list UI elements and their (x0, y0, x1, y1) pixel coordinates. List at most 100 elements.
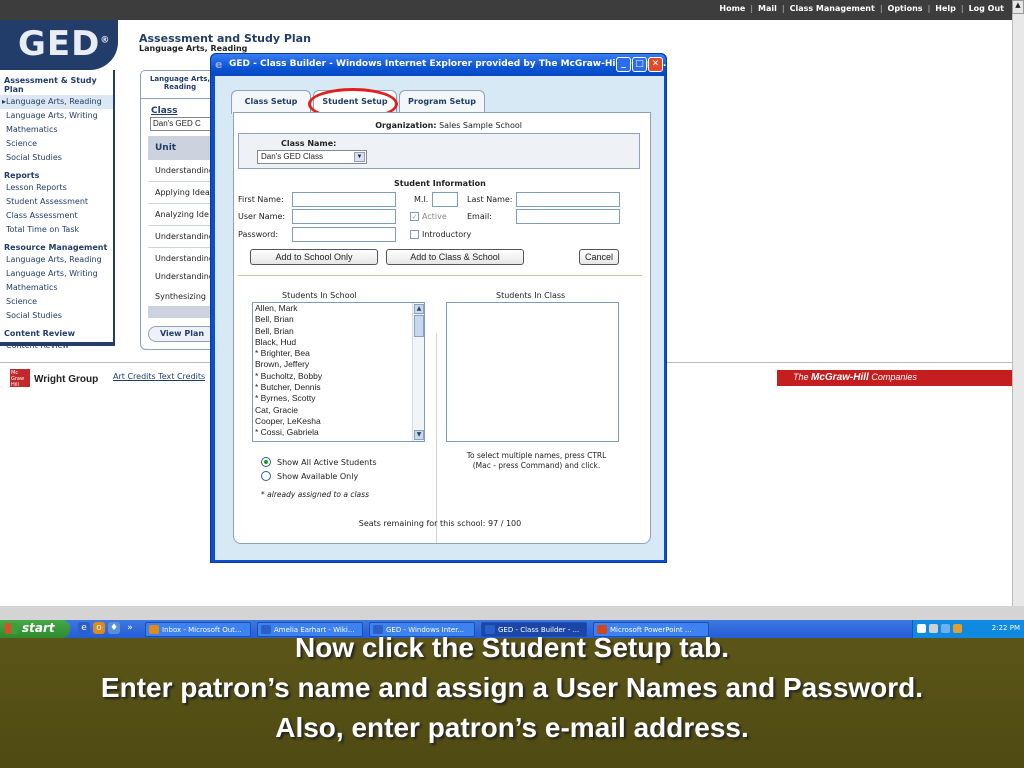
wright-group-logo: Wright Group (34, 374, 99, 385)
organization-line: Organization: Sales Sample School (375, 121, 522, 130)
top-link-class-management[interactable]: Class Management (790, 4, 875, 13)
list-item[interactable]: Cat, Gracie (253, 405, 424, 416)
nav-item-social-studies[interactable]: Social Studies (0, 151, 113, 165)
page-lower-area (0, 606, 1024, 620)
list-item[interactable]: Brown, Jeffery (253, 359, 424, 370)
student-setup-panel: Organization: Sales Sample School Class … (233, 112, 651, 544)
nav-item-language-arts-reading[interactable]: ▸Language Arts, Reading (0, 95, 113, 109)
mi-field[interactable] (432, 192, 458, 207)
tab-class-setup[interactable]: Class Setup (231, 90, 311, 114)
student-information-title: Student Information (394, 179, 486, 188)
assigned-note: * already assigned to a class (261, 490, 369, 499)
top-link-help[interactable]: Help (935, 4, 956, 13)
page-vertical-scrollbar[interactable] (1012, 14, 1024, 620)
list-item[interactable]: Bell, Brian (253, 314, 424, 325)
list-item[interactable]: * Brighter, Bea (253, 348, 424, 359)
tab-program-setup[interactable]: Program Setup (399, 90, 485, 114)
students-in-class-list[interactable] (446, 302, 619, 442)
nav-item-rm-writing[interactable]: Language Arts, Writing (0, 267, 113, 281)
email-field[interactable] (516, 209, 620, 224)
section-divider (238, 275, 642, 276)
list-item[interactable]: * Cossi, Gabriela (253, 427, 424, 438)
nav-item-lesson-reports[interactable]: Lesson Reports (0, 181, 113, 195)
email-label: Email: (467, 212, 492, 221)
password-field[interactable] (292, 227, 396, 242)
top-link-options[interactable]: Options (888, 4, 923, 13)
text-credits-link[interactable]: Text Credits (158, 372, 205, 381)
nav-item-rm-mathematics[interactable]: Mathematics (0, 281, 113, 295)
ged-logo: GED® (0, 20, 118, 70)
class-name-select[interactable]: Dan's GED Class ▼ (257, 150, 367, 164)
nav-item-rm-social-studies[interactable]: Social Studies (0, 309, 113, 323)
page-subtitle: Language Arts, Reading (139, 44, 248, 53)
footer-credits: Art Credits Text Credits (113, 372, 205, 381)
introductory-checkbox[interactable] (410, 230, 419, 239)
introductory-label: Introductory (422, 230, 472, 239)
caption-line-3: Also, enter patron’s e-mail address. (275, 712, 749, 743)
add-to-class-and-school-button[interactable]: Add to Class & School (386, 249, 524, 265)
nav-item-rm-science[interactable]: Science (0, 295, 113, 309)
first-name-field[interactable] (292, 192, 396, 207)
user-name-field[interactable] (292, 209, 396, 224)
view-plan-button[interactable]: View Plan (148, 326, 216, 342)
nav-section-assessment[interactable]: Assessment & Study Plan (0, 70, 113, 95)
cancel-button[interactable]: Cancel (579, 249, 619, 265)
caption-line-2: Enter patron’s name and assign a User Na… (100, 672, 924, 703)
mcgraw-hill-brand-bar: The McGraw-Hill Companies (777, 370, 1012, 386)
top-nav-bar: Home | Mail | Class Management | Options | H… (0, 0, 1012, 20)
mcgraw-hill-logo-icon: Mc Graw Hill (10, 369, 30, 388)
page-scroll-up-arrow-icon[interactable]: ▲ (1012, 0, 1024, 14)
scroll-thumb[interactable] (414, 315, 424, 337)
nav-item-language-arts-writing[interactable]: Language Arts, Writing (0, 109, 113, 123)
list-item[interactable]: * Butcher, Dennis (253, 382, 424, 393)
top-link-home[interactable]: Home (719, 4, 745, 13)
active-label: Active (422, 212, 447, 221)
class-name-box: Class Name: Dan's GED Class ▼ (238, 133, 640, 169)
top-link-mail[interactable]: Mail (758, 4, 777, 13)
scroll-down-icon[interactable]: ▼ (414, 430, 424, 440)
nav-item-total-time[interactable]: Total Time on Task (0, 223, 113, 237)
nav-item-mathematics[interactable]: Mathematics (0, 123, 113, 137)
nav-item-student-assessment[interactable]: Student Assessment (0, 195, 113, 209)
first-name-label: First Name: (238, 195, 284, 204)
list-item[interactable]: Allen, Mark (253, 303, 424, 314)
mi-label: M.I. (414, 195, 429, 204)
list-item[interactable]: Black, Hud (253, 337, 424, 348)
left-nav: Assessment & Study Plan ▸Language Arts, … (0, 70, 115, 350)
add-to-school-only-button[interactable]: Add to School Only (250, 249, 378, 265)
active-checkbox[interactable]: ✓ (410, 212, 419, 221)
nav-item-science[interactable]: Science (0, 137, 113, 151)
window-title: GED - Class Builder - Windows Internet E… (229, 59, 666, 69)
class-name-label: Class Name: (281, 139, 337, 148)
list-item[interactable]: * Byrnes, Scotty (253, 393, 424, 404)
last-name-field[interactable] (516, 192, 620, 207)
bg-class-label: Class (151, 106, 178, 116)
nav-item-class-assessment[interactable]: Class Assessment (0, 209, 113, 223)
seats-remaining: Seats remaining for this school: 97 / 10… (358, 519, 522, 528)
list-item[interactable]: * Bucholtz, Bobby (253, 371, 424, 382)
window-title-bar[interactable]: e GED - Class Builder - Windows Internet… (211, 54, 666, 76)
nav-item-content-review[interactable]: Content Review (0, 339, 113, 353)
nav-item-rm-reading[interactable]: Language Arts, Reading (0, 253, 113, 267)
class-builder-window: e GED - Class Builder - Windows Internet… (210, 53, 667, 563)
maximize-icon[interactable]: □ (632, 57, 647, 72)
close-icon[interactable]: ✕ (648, 57, 663, 72)
list-item[interactable]: Cooper, LeKesha (253, 416, 424, 427)
top-link-log-out[interactable]: Log Out (969, 4, 1004, 13)
nav-section-content-review: Content Review (4, 329, 75, 338)
art-credits-link[interactable]: Art Credits (113, 372, 156, 381)
show-available-label: Show Available Only (277, 472, 359, 481)
show-available-radio[interactable] (261, 471, 271, 481)
list-scrollbar[interactable]: ▲ ▼ (412, 303, 424, 441)
students-in-school-label: Students In School (282, 291, 357, 300)
chevron-down-icon[interactable]: ▼ (354, 152, 365, 162)
bg-subject-tab[interactable]: Language Arts, Reading (140, 70, 220, 100)
top-links: Home | Mail | Class Management | Options | H… (719, 4, 1004, 13)
students-in-school-list[interactable]: Allen, Mark Bell, Brian Bell, Brian Blac… (252, 302, 425, 442)
list-item[interactable]: Bell, Brian (253, 326, 424, 337)
clock[interactable]: 2:22 PM (992, 624, 1020, 632)
password-label: Password: (238, 230, 279, 239)
minimize-icon[interactable]: _ (616, 57, 631, 72)
scroll-up-icon[interactable]: ▲ (414, 304, 424, 314)
show-all-active-radio[interactable] (261, 457, 271, 467)
